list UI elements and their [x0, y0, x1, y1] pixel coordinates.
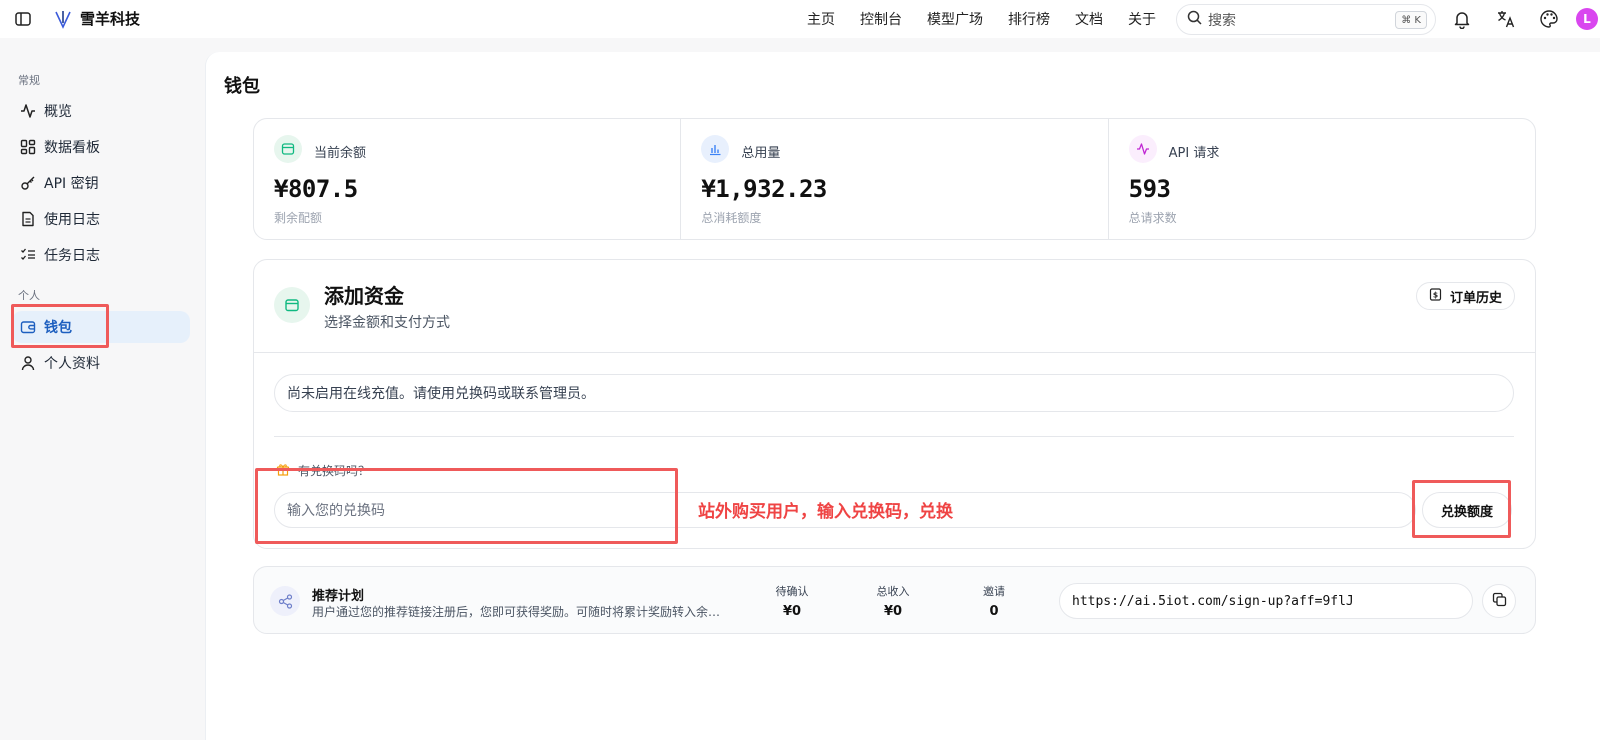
- nav-model-square[interactable]: 模型广场: [927, 9, 983, 29]
- sidebar-item-overview[interactable]: 概览: [12, 95, 190, 127]
- sidebar-item-usage-logs[interactable]: 使用日志: [12, 203, 190, 235]
- stat-label: 当前余额: [314, 146, 367, 161]
- referral-stat-pending: 待确认 ¥0: [757, 583, 827, 619]
- referral-link-field[interactable]: https://ai.5iot.com/sign-up?aff=9flJ: [1059, 583, 1473, 619]
- sidebar-section-general: 常规: [18, 74, 40, 87]
- nav-console[interactable]: 控制台: [860, 9, 902, 29]
- referral-stat-value: 0: [989, 604, 999, 619]
- search-shortcut: ⌘ K: [1395, 11, 1427, 29]
- main-panel: 钱包 当前余额 ¥807.5 剩余配额 总用量 ¥1,932.23 总消耗额度 …: [205, 52, 1600, 740]
- copy-icon: [1492, 592, 1507, 611]
- divider: [274, 436, 1514, 437]
- search-input[interactable]: 搜索 ⌘ K: [1176, 4, 1436, 35]
- wallet-icon: [274, 287, 310, 323]
- key-icon: [20, 175, 36, 191]
- sidebar-item-api-keys[interactable]: API 密钥: [12, 167, 190, 199]
- receipt-icon: $: [1429, 287, 1442, 305]
- stat-total-usage: 总用量 ¥1,932.23 总消耗额度: [681, 119, 1109, 239]
- add-funds-subtitle: 选择金额和支付方式: [324, 315, 450, 331]
- sidebar-item-dashboard[interactable]: 数据看板: [12, 131, 190, 163]
- sidebar-item-label: 数据看板: [44, 140, 100, 156]
- palette-icon[interactable]: [1539, 9, 1559, 29]
- svg-text:$: $: [1433, 290, 1438, 299]
- dashboard-icon: [20, 139, 36, 155]
- add-funds-title: 添加资金: [324, 284, 404, 308]
- order-history-button[interactable]: $ 订单历史: [1415, 282, 1515, 310]
- file-text-icon: [20, 211, 36, 227]
- nav-home[interactable]: 主页: [807, 9, 835, 29]
- sidebar-item-label: 概览: [44, 104, 72, 120]
- sidebar-section-personal: 个人: [18, 289, 40, 302]
- sidebar-item-task-logs[interactable]: 任务日志: [12, 239, 190, 271]
- sidebar-item-label: 任务日志: [44, 248, 100, 264]
- nav-leaderboard[interactable]: 排行榜: [1008, 9, 1050, 29]
- avatar[interactable]: L: [1576, 8, 1598, 30]
- stat-subtitle: 总请求数: [1128, 211, 1177, 225]
- sidebar-toggle-icon[interactable]: [14, 10, 32, 28]
- add-funds-header: 添加资金 选择金额和支付方式 $ 订单历史: [254, 260, 1535, 353]
- copy-button[interactable]: [1482, 584, 1516, 618]
- sidebar: 常规 概览 数据看板 API 密钥 使用日志 任务日志 个人 钱包 个人资料: [0, 38, 205, 740]
- list-check-icon: [20, 247, 36, 263]
- annotation-redeem-button-highlight: [1412, 480, 1511, 538]
- referral-title: 推荐计划: [312, 589, 365, 604]
- share-icon: [270, 586, 300, 616]
- page-title: 钱包: [224, 76, 260, 97]
- order-history-label: 订单历史: [1449, 290, 1502, 306]
- stats-card: 当前余额 ¥807.5 剩余配额 总用量 ¥1,932.23 总消耗额度 API…: [253, 118, 1536, 240]
- referral-stat-invites: 邀请 0: [959, 583, 1029, 619]
- brand-logo-icon: [54, 9, 72, 29]
- referral-description: 用户通过您的推荐链接注册后，您即可获得奖励。可随时将累计奖励转入余…: [312, 605, 721, 619]
- stat-value: ¥807.5: [274, 175, 358, 203]
- annotation-redeem-input-highlight: [255, 468, 678, 544]
- search-icon: [1187, 10, 1202, 29]
- bell-icon[interactable]: [1452, 9, 1472, 30]
- referral-stat-value: ¥0: [782, 604, 802, 619]
- top-nav: 主页 控制台 模型广场 排行榜 文档 关于: [807, 0, 1181, 38]
- stat-value: 593: [1128, 175, 1171, 203]
- stat-api-requests: API 请求 593 总请求数: [1109, 119, 1535, 239]
- activity-icon: [20, 103, 36, 119]
- referral-stat-value: ¥0: [883, 604, 903, 619]
- brand[interactable]: 雪羊科技: [54, 8, 140, 29]
- stat-label: API 请求: [1168, 146, 1220, 161]
- sidebar-item-label: 使用日志: [44, 212, 100, 228]
- stat-value: ¥1,932.23: [701, 175, 827, 203]
- referral-stat-label: 总收入: [876, 585, 910, 598]
- stat-subtitle: 总消耗额度: [701, 211, 762, 225]
- annotation-text: 站外购买用户，输入兑换码，兑换: [698, 502, 953, 522]
- bar-chart-icon: [701, 135, 730, 163]
- top-bar: 雪羊科技 主页 控制台 模型广场 排行榜 文档 关于 搜索 ⌘ K L: [0, 0, 1600, 38]
- nav-docs[interactable]: 文档: [1075, 9, 1103, 29]
- nav-about[interactable]: 关于: [1128, 9, 1156, 29]
- sidebar-item-profile[interactable]: 个人资料: [12, 347, 190, 379]
- activity-icon: [1128, 135, 1157, 163]
- stat-subtitle: 剩余配额: [274, 211, 323, 225]
- user-icon: [20, 355, 36, 371]
- translate-icon[interactable]: [1496, 9, 1516, 29]
- referral-stat-label: 待确认: [775, 585, 809, 598]
- topup-disabled-notice: 尚未启用在线充值。请使用兑换码或联系管理员。: [274, 374, 1514, 412]
- referral-stat-label: 邀请: [983, 585, 1005, 598]
- annotation-wallet-highlight: [11, 304, 109, 348]
- sidebar-item-label: 个人资料: [44, 356, 100, 372]
- stat-label: 总用量: [741, 146, 781, 161]
- wallet-icon: [274, 135, 302, 163]
- referral-card: 推荐计划 用户通过您的推荐链接注册后，您即可获得奖励。可随时将累计奖励转入余… …: [253, 566, 1536, 634]
- sidebar-item-label: API 密钥: [44, 176, 99, 192]
- search-placeholder: 搜索: [1208, 12, 1236, 29]
- stat-balance: 当前余额 ¥807.5 剩余配额: [254, 119, 682, 239]
- referral-stat-income: 总收入 ¥0: [858, 583, 928, 619]
- brand-name: 雪羊科技: [80, 10, 141, 28]
